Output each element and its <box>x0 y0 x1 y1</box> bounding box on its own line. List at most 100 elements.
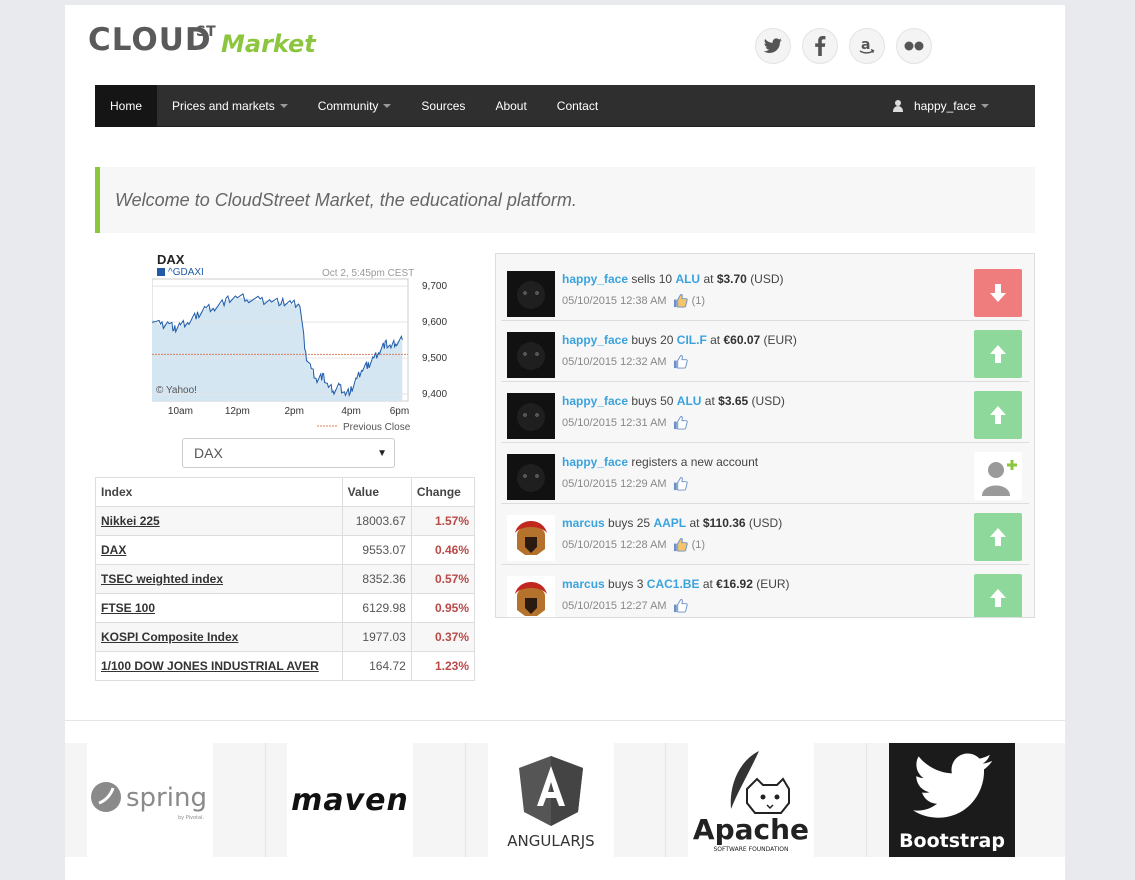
feed-verb: buys <box>631 333 657 347</box>
avatar[interactable] <box>507 515 555 561</box>
feed-user-link[interactable]: marcus <box>562 577 605 591</box>
page: CLOUD ST Market a Home Prices and markets… <box>65 5 1065 880</box>
table-row: KOSPI Composite Index 1977.03 0.37% <box>95 622 476 652</box>
avatar[interactable] <box>507 271 555 317</box>
angularjs-text: ANGULARJS <box>507 832 594 850</box>
facebook-icon[interactable] <box>802 28 838 64</box>
avatar[interactable] <box>507 393 555 439</box>
feed-ticker-link[interactable]: ALU <box>677 394 702 408</box>
index-select[interactable]: DAX ▼ <box>182 438 395 468</box>
maven-text: maven <box>291 782 409 818</box>
feed-user-link[interactable]: happy_face <box>562 333 628 347</box>
table-header-row: Index Value Change <box>95 477 476 507</box>
index-name-link[interactable]: 1/100 DOW JONES INDUSTRIAL AVER <box>95 651 343 681</box>
legend-label: Previous Close <box>343 422 411 431</box>
feed-ticker-link[interactable]: CIL.F <box>677 333 707 347</box>
buy-arrow-icon[interactable] <box>974 574 1022 617</box>
nav-item-community[interactable]: Community <box>303 85 407 127</box>
table-row: TSEC weighted index 8352.36 0.57% <box>95 564 476 594</box>
feed-meta: 05/10/2015 12:29 AM <box>562 477 692 491</box>
maven-logo[interactable]: maven <box>287 743 413 857</box>
feed-ticker-link[interactable]: AAPL <box>653 516 686 530</box>
feed-text: happy_face buys 50 ALU at $3.65 (USD) <box>562 394 785 408</box>
amazon-icon[interactable]: a <box>849 28 885 64</box>
chart-symbol-label: ^GDAXI <box>168 267 204 278</box>
feed-time: 05/10/2015 12:29 AM <box>562 478 667 490</box>
new-user-icon[interactable] <box>974 452 1022 500</box>
liked-icon[interactable] <box>673 538 688 552</box>
like-icon[interactable] <box>673 416 688 430</box>
feed-user-link[interactable]: happy_face <box>562 272 628 286</box>
feed-item: marcus buys 3 CAC1.BE at €16.92 (EUR) 05/… <box>501 565 1029 617</box>
like-icon[interactable] <box>673 477 688 491</box>
feed-at: at <box>703 272 714 286</box>
sponsor-divider <box>665 743 666 857</box>
nav-item-prices-and-markets[interactable]: Prices and markets <box>157 85 303 127</box>
y-tick-label: 9,500 <box>422 353 447 364</box>
feed-currency: (USD) <box>751 394 785 408</box>
chart-symbol: ^GDAXI <box>157 267 204 278</box>
sell-arrow-icon[interactable] <box>974 269 1022 317</box>
liked-icon[interactable] <box>673 294 688 308</box>
feed-text: happy_face buys 20 CIL.F at €60.07 (EUR) <box>562 333 797 347</box>
series-swatch <box>157 268 165 277</box>
welcome-banner: Welcome to CloudStreet Market, the educa… <box>95 167 1035 233</box>
nav-item-about[interactable]: About <box>480 85 541 127</box>
user-menu[interactable]: happy_face <box>892 85 989 127</box>
angularjs-logo[interactable]: ANGULARJS <box>488 743 614 857</box>
bootstrap-logo[interactable]: Bootstrap <box>889 743 1015 857</box>
index-name-link[interactable]: FTSE 100 <box>95 593 343 623</box>
feed-user-link[interactable]: happy_face <box>562 394 628 408</box>
col-header-value: Value <box>341 477 412 507</box>
twitter-icon[interactable] <box>755 28 791 64</box>
feed-text: marcus buys 3 CAC1.BE at €16.92 (EUR) <box>562 577 790 591</box>
table-row: FTSE 100 6129.98 0.95% <box>95 593 476 623</box>
chevron-down-icon <box>981 104 989 108</box>
feed-at: at <box>702 577 713 591</box>
index-name-link[interactable]: TSEC weighted index <box>95 564 343 594</box>
avatar[interactable] <box>507 454 555 500</box>
nav-item-sources[interactable]: Sources <box>406 85 480 127</box>
index-name-link[interactable]: Nikkei 225 <box>95 506 343 536</box>
feed-text: happy_face registers a new account <box>562 455 758 469</box>
apache-tomcat-logo[interactable]: Apache SOFTWARE FOUNDATION <box>688 743 814 857</box>
feed-at: at <box>689 516 700 530</box>
like-icon[interactable] <box>673 355 688 369</box>
social-links: a <box>755 28 932 64</box>
feed-ticker-link[interactable]: CAC1.BE <box>647 577 700 591</box>
feed-at: at <box>710 333 721 347</box>
spring-logo[interactable]: spring by Pivotal. <box>87 743 213 857</box>
buy-arrow-icon[interactable] <box>974 513 1022 561</box>
buy-arrow-icon[interactable] <box>974 330 1022 378</box>
flickr-icon[interactable] <box>896 28 932 64</box>
feed-user-link[interactable]: marcus <box>562 516 605 530</box>
chart-credit: © Yahoo! <box>156 385 197 396</box>
x-tick-label: 2pm <box>284 406 303 417</box>
buy-arrow-icon[interactable] <box>974 391 1022 439</box>
feed-at: at <box>704 394 715 408</box>
index-value: 1977.03 <box>341 622 412 652</box>
index-change: 0.46% <box>410 535 476 565</box>
avatar[interactable] <box>507 332 555 378</box>
footer-divider <box>65 720 1065 721</box>
feed-verb: buys <box>608 516 634 530</box>
feed-item: marcus buys 25 AAPL at $110.36 (USD) 05/1… <box>501 504 1029 565</box>
feed-qty: 25 <box>636 516 651 530</box>
feed-like-count: (1) <box>691 539 706 551</box>
nav-item-label: Sources <box>421 99 466 113</box>
nav-item-home[interactable]: Home <box>95 85 158 127</box>
avatar[interactable] <box>507 576 555 617</box>
table-row: 1/100 DOW JONES INDUSTRIAL AVER 164.72 1.2… <box>95 651 476 681</box>
like-icon[interactable] <box>673 599 688 613</box>
feed-user-link[interactable]: happy_face <box>562 455 628 469</box>
feed-qty: 20 <box>660 333 674 347</box>
feed-meta: 05/10/2015 12:31 AM <box>562 416 692 430</box>
feed-ticker-link[interactable]: ALU <box>675 272 700 286</box>
index-name-link[interactable]: DAX <box>95 535 343 565</box>
index-name-link[interactable]: KOSPI Composite Index <box>95 622 343 652</box>
nav-item-contact[interactable]: Contact <box>542 85 613 127</box>
x-tick-label: 10am <box>168 406 193 417</box>
feed-qty: 50 <box>660 394 674 408</box>
feed-item: happy_face sells 10 ALU at $3.70 (USD) 05… <box>501 260 1029 321</box>
feed-item: happy_face buys 50 ALU at $3.65 (USD) 05/… <box>501 382 1029 443</box>
